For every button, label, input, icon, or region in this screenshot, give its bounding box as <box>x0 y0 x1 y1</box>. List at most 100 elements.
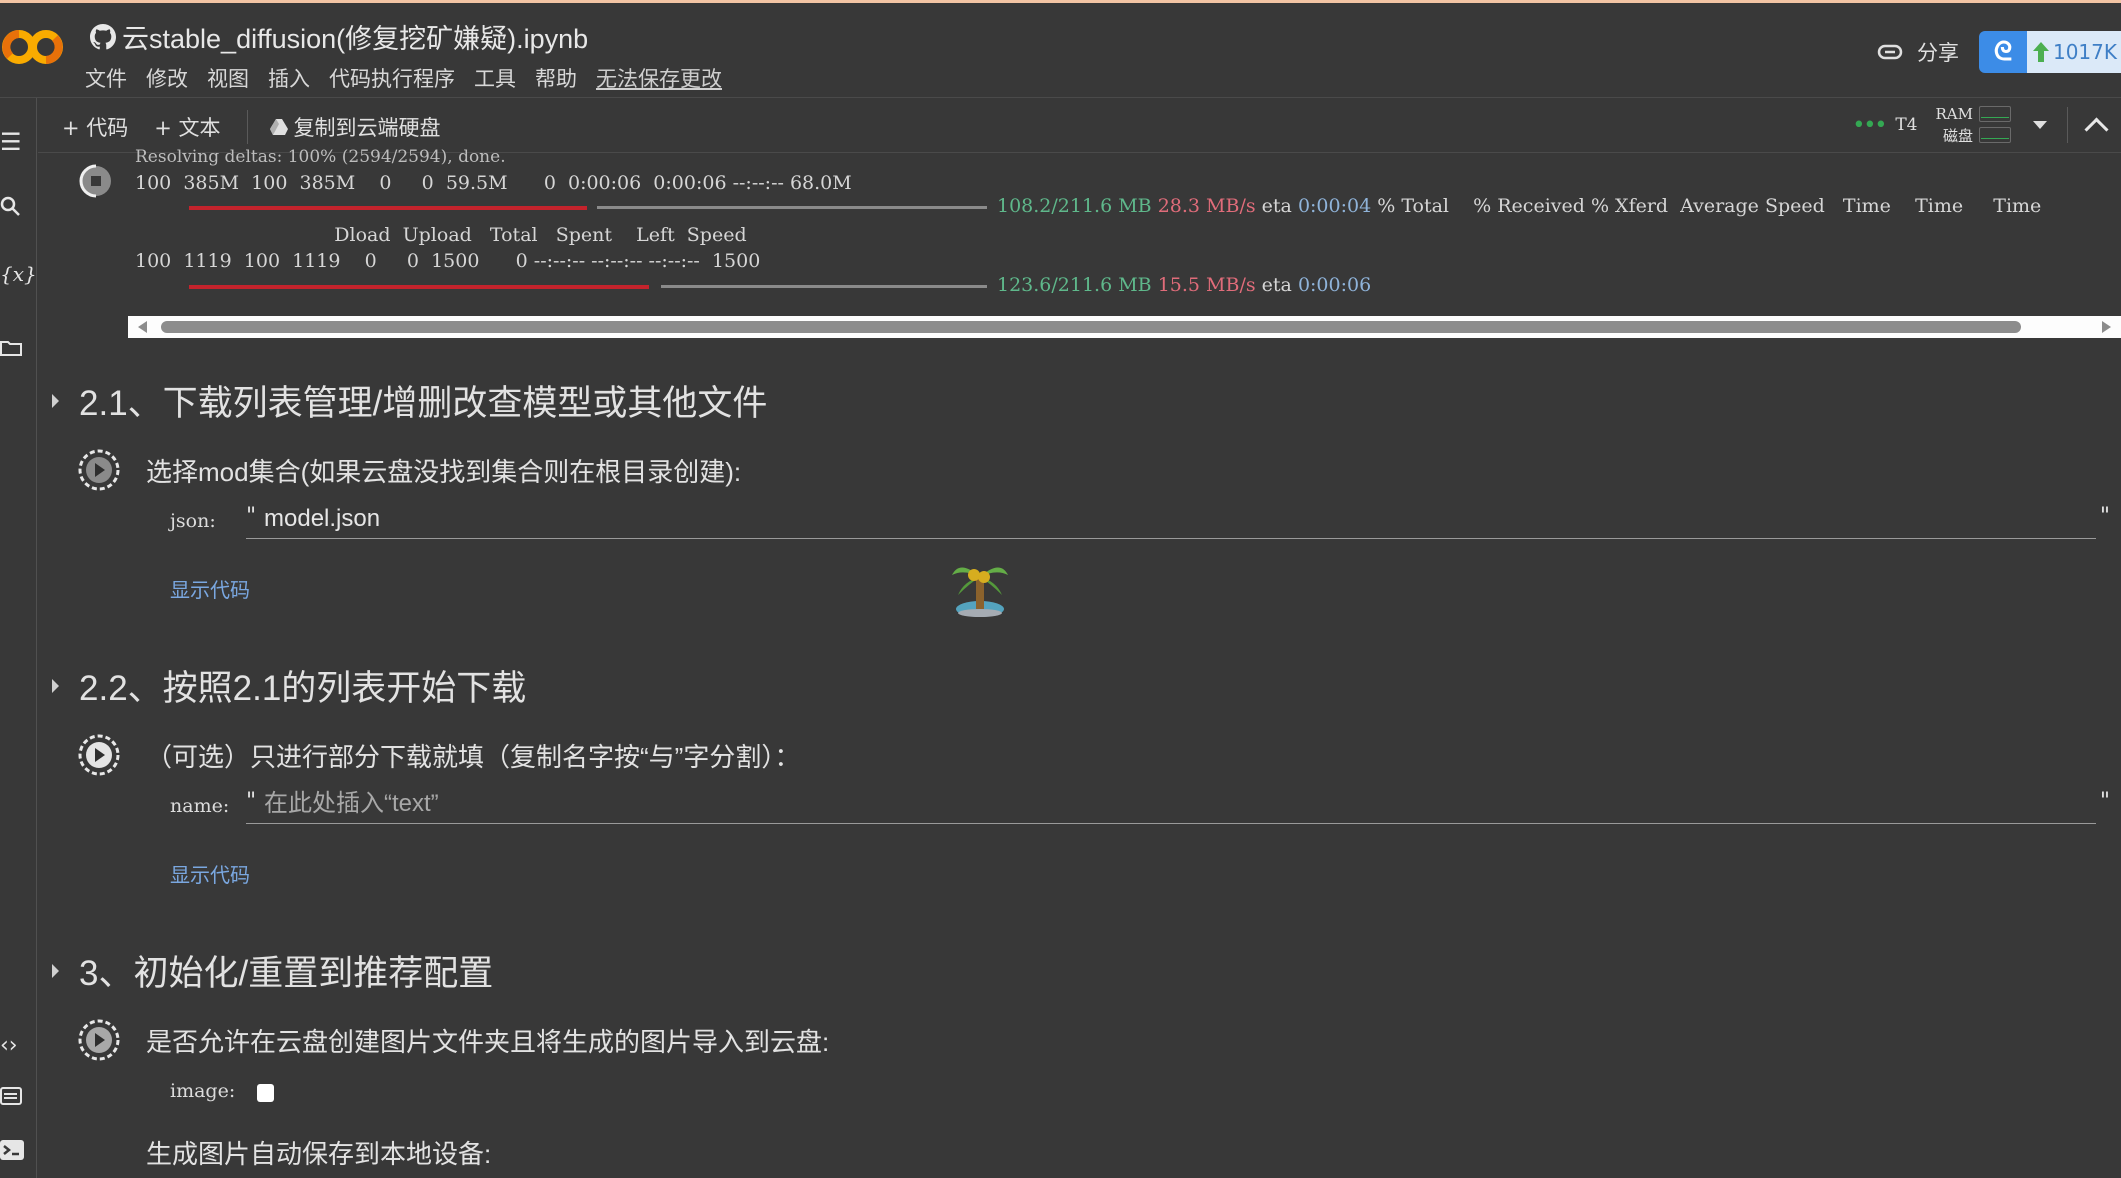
colab-logo[interactable] <box>2 25 64 69</box>
menu-bar: 文件 修改 视图 插入 代码执行程序 工具 帮助 无法保存更改 <box>85 63 722 93</box>
ram-label: RAM <box>1935 104 1974 123</box>
google-drive-icon <box>269 119 288 135</box>
disk-label: 磁盘 <box>1942 126 1973 145</box>
palm-tree-icon <box>952 567 1008 617</box>
run-cell-button[interactable] <box>77 733 121 777</box>
output-line: Dload Upload Total Spent Left Speed <box>135 224 747 246</box>
expand-caret-icon[interactable] <box>52 393 59 408</box>
runtime-type[interactable]: T4 <box>1895 115 1917 135</box>
stop-execution-button[interactable] <box>78 163 114 199</box>
menu-runtime[interactable]: 代码执行程序 <box>329 63 455 93</box>
json-field-label: json: <box>170 510 216 532</box>
search-icon[interactable] <box>0 196 28 224</box>
section-heading[interactable]: 2.1、下载列表管理/增删改查模型或其他文件 <box>52 375 767 426</box>
section-heading-text: 3、初始化/重置到推荐配置 <box>79 954 494 993</box>
add-text-button[interactable]: + 文本 <box>154 112 220 142</box>
section-heading[interactable]: 3、初始化/重置到推荐配置 <box>52 945 493 996</box>
progress-bar-fill <box>189 206 587 210</box>
notebook-title[interactable]: 云stable_diffusion(修复挖矿嫌疑).ipynb <box>122 17 588 56</box>
section-heading[interactable]: 2.2、按照2.1的列表开始下载 <box>52 660 526 711</box>
cell-form-title: 是否允许在云盘创建图片文件夹且将生成的图片导入到云盘: <box>146 1027 830 1057</box>
show-code-link[interactable]: 显示代码 <box>170 859 250 888</box>
copy-to-drive-button[interactable]: 复制到云端硬盘 <box>269 112 441 142</box>
name-field-label: name: <box>170 795 230 817</box>
cell-form-title: 选择mod集合(如果云盘没找到集合则在根目录创建): <box>146 457 742 487</box>
app-header: 云stable_diffusion(修复挖矿嫌疑).ipynb 文件 修改 视图… <box>0 3 2121 98</box>
expand-caret-icon[interactable] <box>52 678 59 693</box>
curl-header: % Total % Received % Xferd Average Speed… <box>1377 195 2042 217</box>
menu-insert[interactable]: 插入 <box>268 63 310 93</box>
unsaved-changes-link[interactable]: 无法保存更改 <box>596 63 722 93</box>
name-input[interactable] <box>262 789 2066 819</box>
output-line: Resolving deltas: 100% (2594/2594), done… <box>135 147 506 167</box>
close-quote: " <box>2099 789 2110 814</box>
menu-edit[interactable]: 修改 <box>146 63 188 93</box>
ram-meter <box>1979 105 2011 122</box>
share-label: 分享 <box>1916 41 1959 65</box>
progress-status: 123.6/211.6 MB 15.5 MB/s eta 0:00:06 <box>997 274 1371 296</box>
code-snippets-icon[interactable]: ‹› <box>0 1033 28 1058</box>
image-checkbox[interactable] <box>257 1084 274 1102</box>
progress-size: 108.2/211.6 MB <box>997 195 1152 217</box>
github-icon <box>90 23 116 49</box>
cloud-drive-icon: ᘓ <box>1978 31 2027 73</box>
form-subtitle: 生成图片自动保存到本地设备: <box>146 1139 492 1169</box>
menu-tools[interactable]: 工具 <box>474 63 516 93</box>
runtime-status-icon: ••• <box>1852 112 1887 138</box>
output-line: 100 1119 100 1119 0 0 1500 0 --:--:-- --… <box>135 250 761 272</box>
scroll-right-arrow-icon[interactable] <box>2102 321 2111 333</box>
output-line: 100 385M 100 385M 0 0 59.5M 0 0:00:06 0:… <box>135 172 852 194</box>
eta-label: eta <box>1261 274 1292 296</box>
scroll-left-arrow-icon[interactable] <box>138 321 147 333</box>
menu-view[interactable]: 视图 <box>207 63 249 93</box>
progress-bar-fill <box>189 285 649 289</box>
json-input[interactable] <box>262 504 2066 534</box>
scrollbar-thumb[interactable] <box>161 321 2021 333</box>
image-field-label: image: <box>170 1080 236 1102</box>
cloud-extension-badge[interactable]: ᘓ 1017K <box>1978 31 2121 73</box>
section-heading-text: 2.2、按照2.1的列表开始下载 <box>79 669 527 708</box>
progress-status: 108.2/211.6 MB 28.3 MB/s eta 0:00:04 % T… <box>997 195 2041 217</box>
progress-eta: 0:00:06 <box>1297 274 1372 296</box>
section-heading-text: 2.1、下载列表管理/增删改查模型或其他文件 <box>79 384 768 423</box>
watermark <box>950 555 1010 619</box>
upload-arrow-icon <box>2032 42 2049 62</box>
copy-to-drive-label: 复制到云端硬盘 <box>293 116 441 140</box>
toolbar-divider <box>2067 107 2068 143</box>
json-field[interactable]: " " <box>246 504 2110 539</box>
disk-meter <box>1979 127 2011 143</box>
expand-caret-icon[interactable] <box>52 963 59 978</box>
add-code-button[interactable]: + 代码 <box>62 112 128 142</box>
variables-icon[interactable]: {x} <box>0 262 37 286</box>
progress-bar-track <box>597 206 987 209</box>
progress-speed: 28.3 MB/s <box>1157 195 1256 217</box>
share-button[interactable]: 分享 <box>1877 37 1959 67</box>
run-cell-button[interactable] <box>77 1018 121 1062</box>
link-icon <box>1877 44 1903 60</box>
table-of-contents-icon[interactable]: ☰ <box>0 128 28 156</box>
upload-speed: 1017K <box>2026 31 2121 73</box>
collapse-chevron-icon[interactable] <box>2084 116 2109 142</box>
terminal-icon[interactable] <box>0 1138 28 1166</box>
toolbar-divider <box>246 110 248 144</box>
close-quote: " <box>2099 504 2110 529</box>
progress-speed: 15.5 MB/s <box>1157 274 1256 296</box>
run-cell-button[interactable] <box>77 448 121 492</box>
eta-label: eta <box>1261 195 1292 217</box>
open-quote: " <box>246 789 257 814</box>
files-icon[interactable] <box>0 334 28 362</box>
command-palette-icon[interactable] <box>0 1083 28 1111</box>
header-actions: 分享 ᘓ 1017K <box>1877 31 2121 73</box>
open-quote: " <box>246 504 257 529</box>
progress-bar-track <box>661 285 987 288</box>
resource-meters[interactable]: RAM 磁盘 <box>1935 104 2011 146</box>
upload-speed-value: 1017K <box>2052 40 2117 64</box>
menu-file[interactable]: 文件 <box>85 63 127 93</box>
name-field[interactable]: " " <box>246 789 2110 824</box>
menu-help[interactable]: 帮助 <box>535 63 577 93</box>
notebook-title-row: 云stable_diffusion(修复挖矿嫌疑).ipynb <box>90 17 588 56</box>
runtime-dropdown-icon[interactable] <box>2033 121 2047 129</box>
progress-eta: 0:00:04 <box>1297 195 1372 217</box>
show-code-link[interactable]: 显示代码 <box>170 574 250 603</box>
output-horizontal-scrollbar[interactable] <box>128 316 2121 338</box>
